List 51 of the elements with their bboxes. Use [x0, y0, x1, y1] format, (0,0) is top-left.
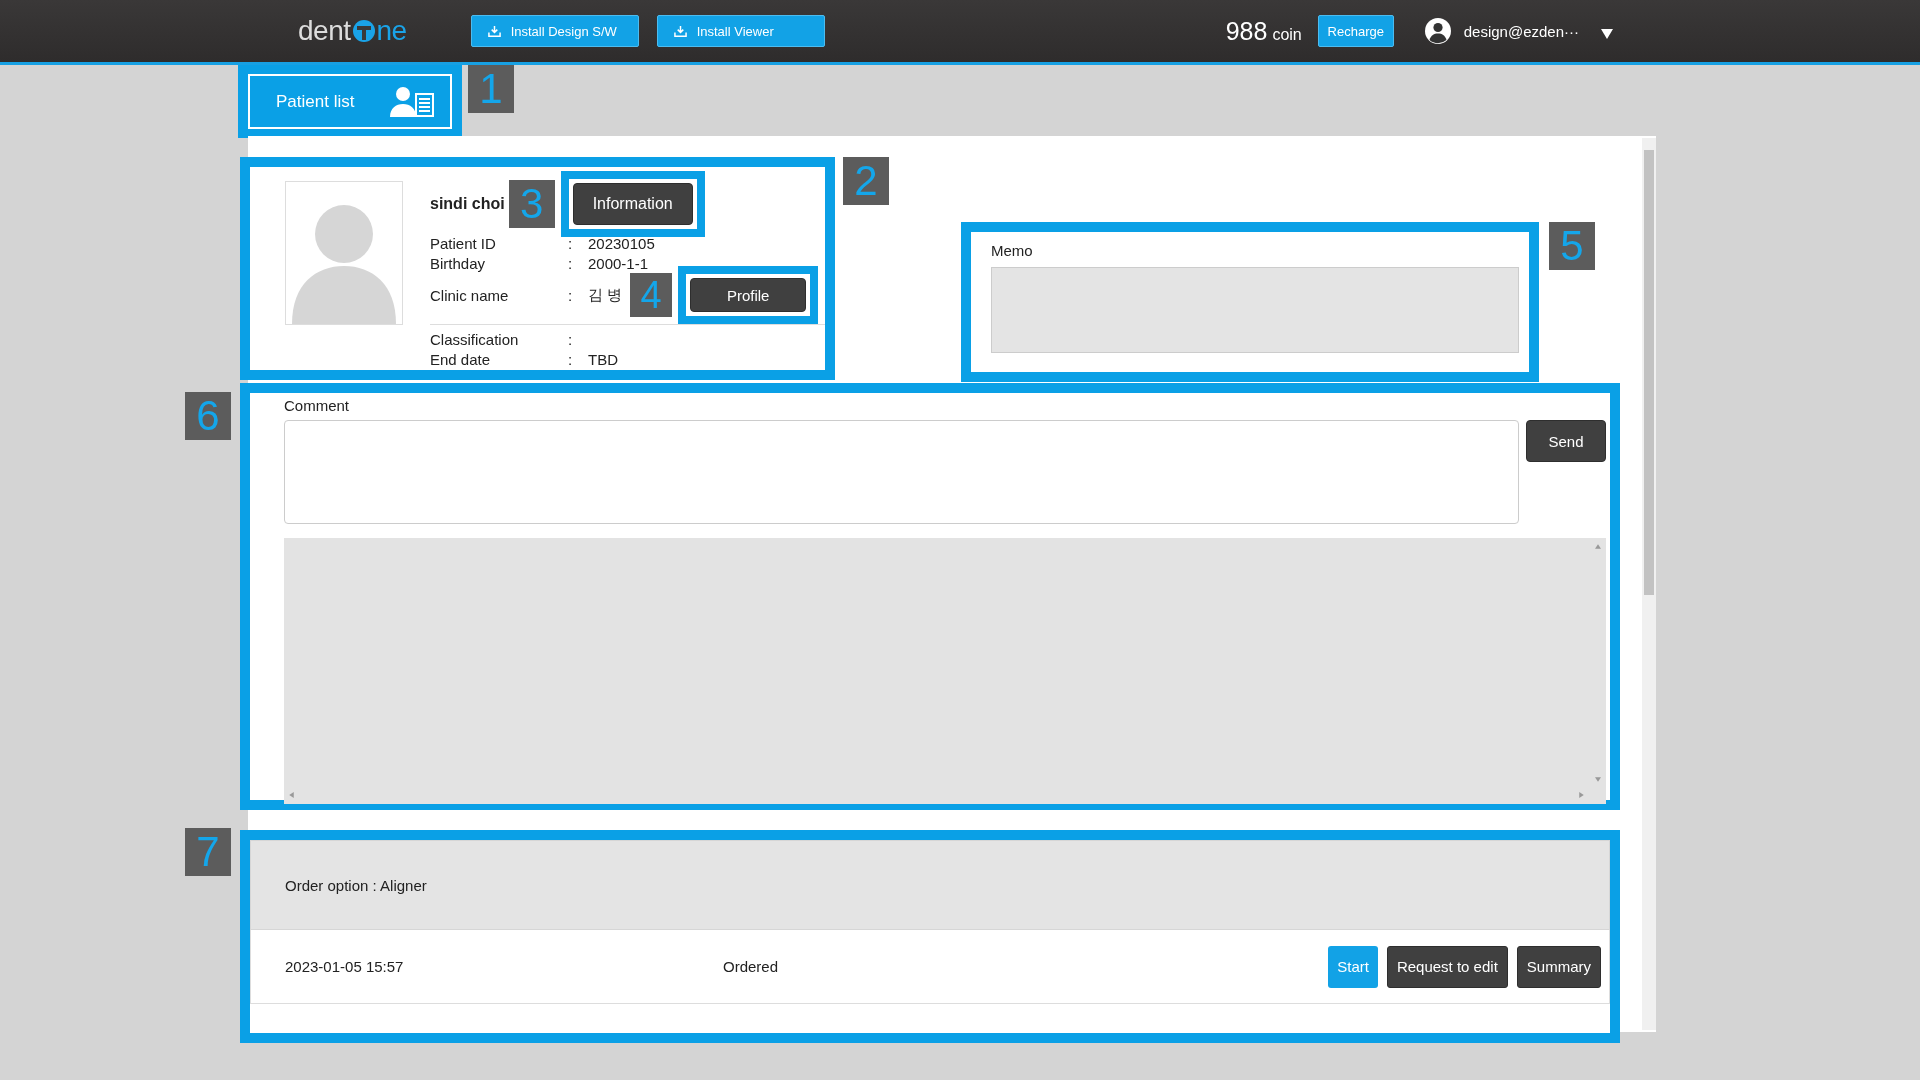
field-value: 20230105	[588, 234, 655, 252]
scrollbar-thumb[interactable]	[1644, 150, 1654, 595]
scroll-right-icon	[1579, 792, 1584, 798]
user-email[interactable]: design@ezden···	[1463, 22, 1580, 40]
profile-button[interactable]: Profile	[690, 278, 807, 312]
field-separator: :	[568, 351, 574, 369]
user-avatar-icon	[1423, 17, 1452, 45]
action-button[interactable]: Request to edit	[1386, 945, 1508, 988]
memo-label: Memo	[991, 242, 1034, 259]
scroll-down-icon	[1595, 777, 1601, 782]
field-label: Birthday	[430, 255, 487, 273]
coin-unit: coin	[1272, 25, 1302, 44]
logo-text: dent	[298, 15, 351, 47]
field-separator: :	[568, 234, 574, 252]
field-value: 김 병	[588, 285, 623, 305]
field-value: 2000-1-1	[588, 255, 649, 273]
callout-number: 7	[185, 828, 231, 876]
information-button[interactable]: Information	[572, 183, 693, 225]
callout-number: 6	[185, 392, 231, 440]
scrollbar[interactable]	[1642, 138, 1656, 1030]
action-button[interactable]: Summary	[1516, 945, 1601, 988]
comment-label: Comment	[284, 397, 351, 416]
field-separator: :	[568, 286, 574, 304]
field-label: Clinic name	[430, 286, 510, 304]
field-separator: :	[568, 330, 574, 348]
order-date: 2023-01-05 15:57	[285, 958, 405, 975]
patient-name: sindi choi	[430, 195, 505, 213]
callout-number: 2	[843, 157, 889, 205]
comment-field[interactable]	[284, 420, 1520, 524]
coin-amount: 988	[1225, 16, 1268, 46]
download-icon	[673, 24, 687, 38]
caret-icon	[1601, 29, 1614, 39]
order-option: Order option : Aligner	[285, 876, 427, 894]
field-label: End date	[430, 351, 492, 369]
field-label: Classification	[430, 330, 520, 348]
callout-number: 3	[508, 180, 555, 228]
logo-mark-icon	[351, 19, 376, 43]
scroll-up-icon	[1595, 544, 1601, 549]
field-separator: :	[568, 255, 574, 273]
memo-field[interactable]	[991, 267, 1519, 353]
logo-text: ne	[376, 15, 407, 47]
callout-number: 4	[630, 273, 673, 317]
download-icon	[487, 24, 501, 38]
send-button[interactable]: Send	[1526, 420, 1606, 462]
scroll-left-icon	[289, 792, 294, 798]
callout-number: 1	[468, 65, 514, 113]
callout-number: 5	[1549, 222, 1595, 270]
person-list-icon	[390, 85, 434, 118]
order-status: Ordered	[723, 958, 779, 975]
field-value: TBD	[588, 351, 618, 369]
field-label: Patient ID	[430, 234, 497, 252]
